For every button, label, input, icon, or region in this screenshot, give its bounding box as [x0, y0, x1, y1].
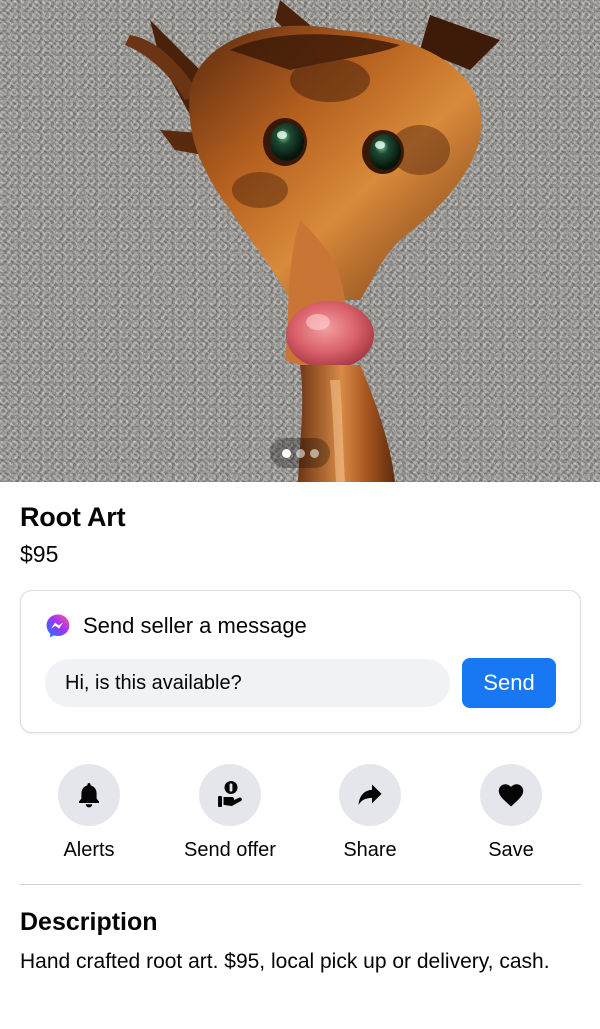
alerts-button[interactable]: Alerts: [19, 764, 159, 862]
offer-hand-icon: [218, 781, 242, 807]
share-arrow-icon: [358, 784, 382, 805]
message-seller-card: Send seller a message Send: [20, 590, 581, 733]
message-card-title: Send seller a message: [83, 613, 307, 638]
description-heading: Description: [20, 908, 158, 936]
listing-photo[interactable]: [0, 0, 600, 482]
share-label: Share: [343, 839, 397, 861]
photo-dot-2[interactable]: [295, 448, 305, 458]
bell-icon: [79, 783, 99, 808]
save-label: Save: [488, 839, 534, 861]
heart-icon: [498, 784, 524, 807]
send-button[interactable]: Send: [462, 658, 556, 708]
photo-dot-1[interactable]: [281, 448, 291, 458]
listing-price: $95: [20, 541, 59, 567]
section-divider: [20, 884, 581, 885]
action-bar: Alerts Send offer Share Save: [0, 764, 600, 864]
listing-title: Root Art: [20, 502, 126, 532]
send-offer-label: Send offer: [184, 839, 276, 861]
messenger-icon: [46, 614, 70, 638]
photo-dot-3[interactable]: [309, 448, 319, 458]
share-button[interactable]: Share: [300, 764, 440, 862]
save-circle[interactable]: [480, 764, 542, 826]
root-art-sculpture: [125, 0, 500, 482]
share-circle[interactable]: [339, 764, 401, 826]
save-button[interactable]: Save: [441, 764, 581, 862]
message-input[interactable]: [45, 659, 450, 707]
message-card-header: Send seller a message: [45, 613, 307, 639]
photo-pagination[interactable]: [270, 438, 330, 468]
alerts-label: Alerts: [63, 839, 115, 861]
description-text: Hand crafted root art. $95, local pick u…: [20, 950, 550, 973]
send-offer-button[interactable]: Send offer: [160, 764, 300, 862]
send-offer-circle[interactable]: [199, 764, 261, 826]
alerts-circle[interactable]: [58, 764, 120, 826]
